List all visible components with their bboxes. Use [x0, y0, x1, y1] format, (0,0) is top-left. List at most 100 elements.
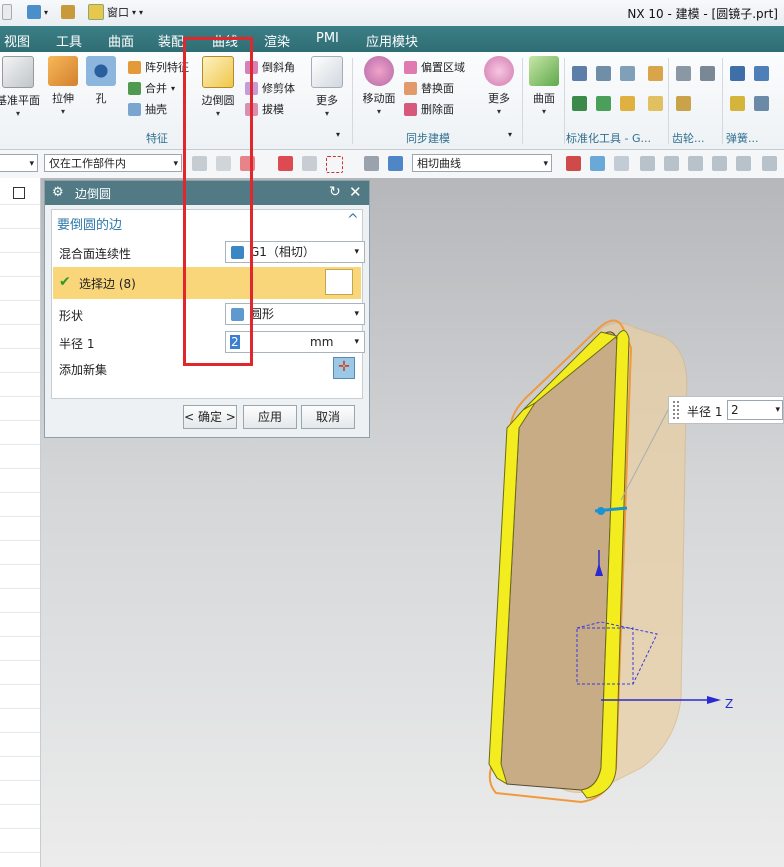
tab-assembly[interactable]: 装配: [158, 31, 184, 50]
cube-select-icon[interactable]: [325, 269, 353, 295]
divider: [0, 468, 40, 469]
more-feature-button[interactable]: 更多 ▾: [310, 56, 344, 118]
std-tool-icon[interactable]: [648, 96, 663, 111]
part-navigator[interactable]: [0, 178, 41, 867]
pattern-feature-button[interactable]: 阵列特征: [128, 58, 189, 76]
line-icon[interactable]: [640, 156, 655, 171]
tab-applications[interactable]: 应用模块: [366, 31, 418, 50]
line-icon[interactable]: [664, 156, 679, 171]
std-tool-icon[interactable]: [572, 96, 587, 111]
close-icon[interactable]: ✕: [349, 183, 362, 201]
chevron-down-icon: ▾: [496, 107, 501, 116]
std-tool-icon[interactable]: [572, 66, 587, 81]
customize-icon[interactable]: ▾: [139, 8, 143, 17]
tab-tools[interactable]: 工具: [56, 31, 82, 50]
tab-pmi[interactable]: PMI: [316, 31, 339, 46]
quick-access-toolbar: ▾ 窗口 ▾ ▾: [2, 3, 143, 21]
ribbon-divider: [564, 58, 565, 144]
shell-button[interactable]: 抽壳: [128, 100, 167, 118]
reset-icon[interactable]: ↻: [329, 184, 341, 200]
open-icon[interactable]: [27, 5, 41, 19]
rectangle-select-icon[interactable]: [326, 156, 343, 173]
maximize-icon[interactable]: [13, 187, 25, 199]
spring-icon[interactable]: [754, 66, 769, 81]
chevron-down-icon: ▾: [171, 83, 176, 93]
std-tool-icon[interactable]: [648, 66, 663, 81]
radius-unit[interactable]: mm: [310, 332, 333, 352]
gear-icon[interactable]: ⚙: [52, 185, 64, 200]
chevron-down-icon: ▾: [173, 159, 178, 169]
divider: [0, 396, 40, 397]
menu-bar: 视图 工具 曲面 装配 曲线 渲染 PMI 应用模块: [0, 26, 784, 52]
gear-icon[interactable]: [676, 66, 691, 81]
chevron-down-icon[interactable]: ▾: [44, 8, 48, 17]
datum-plane-button[interactable]: 基准平面 ▾: [0, 56, 40, 118]
handle-point-icon[interactable]: [597, 507, 605, 515]
chevron-down-icon[interactable]: ▾: [132, 8, 136, 17]
chevron-down-icon[interactable]: ▾: [336, 130, 340, 139]
replace-face-button[interactable]: 替换面: [404, 79, 454, 97]
divider: [0, 804, 40, 805]
divider: [0, 780, 40, 781]
arrow-head-icon: [707, 696, 721, 704]
move-face-button[interactable]: 移动面 ▾: [360, 56, 398, 116]
curve-rule-combo[interactable]: 相切曲线 ▾: [412, 154, 552, 172]
std-tool-icon[interactable]: [620, 66, 635, 81]
offset-region-button[interactable]: 偏置区域: [404, 58, 465, 76]
tab-render[interactable]: 渲染: [264, 31, 290, 50]
std-tool-icon[interactable]: [596, 96, 611, 111]
window-icon[interactable]: [88, 4, 105, 20]
ribbon-divider: [668, 58, 669, 144]
gear-icon[interactable]: [676, 96, 691, 111]
tab-surface[interactable]: 曲面: [108, 31, 134, 50]
more-sync-button[interactable]: 更多 ▾: [484, 56, 514, 116]
std-tool-icon[interactable]: [620, 96, 635, 111]
section-header[interactable]: 要倒圆的边: [57, 214, 122, 233]
divider: [0, 348, 40, 349]
file-icon[interactable]: [2, 4, 12, 20]
drag-grip-icon[interactable]: [673, 401, 679, 419]
scope-filter-combo[interactable]: 仅在工作部件内 ▾: [44, 154, 182, 172]
arc-icon[interactable]: [688, 156, 703, 171]
snap-icon[interactable]: [614, 156, 629, 171]
spring-icon[interactable]: [730, 96, 745, 111]
gear-icon[interactable]: [700, 66, 715, 81]
callout-radius-input[interactable]: 2 ▾: [727, 400, 783, 420]
snap-icon[interactable]: [762, 156, 777, 171]
window-menu[interactable]: 窗口: [107, 4, 129, 20]
cancel-button[interactable]: 取消: [301, 405, 355, 429]
spring-icon[interactable]: [754, 96, 769, 111]
hole-button[interactable]: 孔: [86, 56, 116, 106]
arrow-icon[interactable]: [590, 156, 605, 171]
ribbon-divider: [522, 58, 523, 144]
surface-button[interactable]: 曲面 ▾: [528, 56, 560, 116]
extrude-icon: [48, 56, 78, 86]
ok-button[interactable]: < 确定 >: [183, 405, 237, 429]
move-face-icon: [364, 56, 394, 86]
point-icon[interactable]: [736, 156, 751, 171]
chevron-up-icon[interactable]: ^: [347, 212, 359, 228]
ribbon-divider: [352, 58, 353, 144]
divider: [0, 372, 40, 373]
type-filter-combo[interactable]: ▾: [0, 154, 38, 172]
divider: [0, 540, 40, 541]
snap-icon[interactable]: [278, 156, 293, 171]
callout-label: 半径 1: [687, 405, 723, 419]
tab-view[interactable]: 视图: [4, 31, 30, 50]
spring-icon[interactable]: [730, 66, 745, 81]
cube-icon[interactable]: [388, 156, 403, 171]
add-set-icon[interactable]: ✛: [333, 357, 355, 379]
extrude-button[interactable]: 拉伸 ▾: [46, 56, 80, 116]
add-new-set-label: 添加新集: [59, 363, 108, 377]
delete-face-button[interactable]: 删除面: [404, 100, 454, 118]
ribbon: 基准平面 ▾ 拉伸 ▾ 孔 阵列特征 合并 ▾ 抽壳 边倒圆 ▾ 倒斜角 修剪体 拔模 …: [0, 52, 784, 150]
view-icon[interactable]: [364, 156, 379, 171]
apply-button[interactable]: 应用: [243, 405, 297, 429]
snap-point-icon[interactable]: [566, 156, 581, 171]
unite-button[interactable]: 合并 ▾: [128, 79, 175, 97]
curve-icon[interactable]: [712, 156, 727, 171]
undo-icon[interactable]: [61, 5, 76, 19]
select-icon[interactable]: [302, 156, 317, 171]
std-tool-icon[interactable]: [596, 66, 611, 81]
chevron-down-icon[interactable]: ▾: [508, 130, 512, 139]
